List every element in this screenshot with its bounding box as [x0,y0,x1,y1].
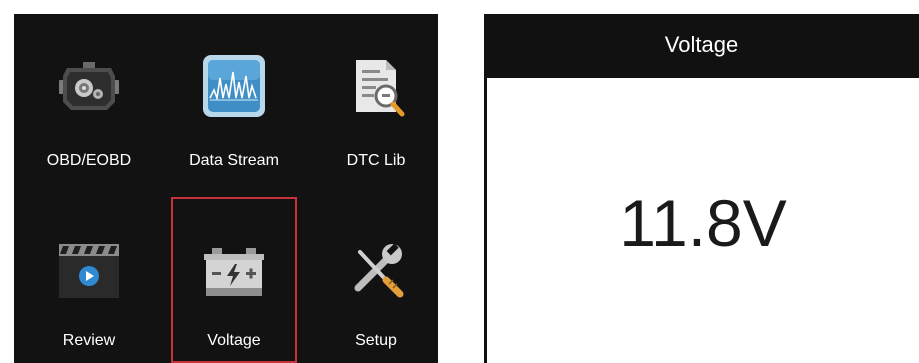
menu-item-setup[interactable]: Setup [313,184,438,354]
wrench-screwdriver-icon [354,243,404,298]
selection-highlight [171,197,297,363]
menu-label: Data Stream [189,152,279,169]
screen-title: Voltage [664,32,739,57]
menu-item-dtc-lib[interactable]: DTC Lib [313,14,438,184]
menu-label: DTC Lib [346,152,406,169]
film-play-icon [59,244,119,298]
menu-label: Review [62,332,116,349]
menu-label: Setup [355,332,397,349]
menu-item-obd-eobd[interactable]: OBD/EOBD [26,14,152,184]
voltage-screen: Voltage 11.8V [484,14,919,363]
menu-item-data-stream[interactable]: Data Stream [171,14,297,184]
dtc-document-icon [356,60,405,117]
main-menu-screen: OBD/EOBD Data Stream DTC Lib Review Volt… [14,14,438,363]
menu-item-review[interactable]: Review [26,184,152,354]
voltage-reading: 11.8V [619,186,787,260]
data-stream-icon [203,55,265,117]
engine-icon [59,62,119,110]
voltage-panel: 11.8V [487,78,919,363]
menu-label: OBD/EOBD [46,152,132,169]
